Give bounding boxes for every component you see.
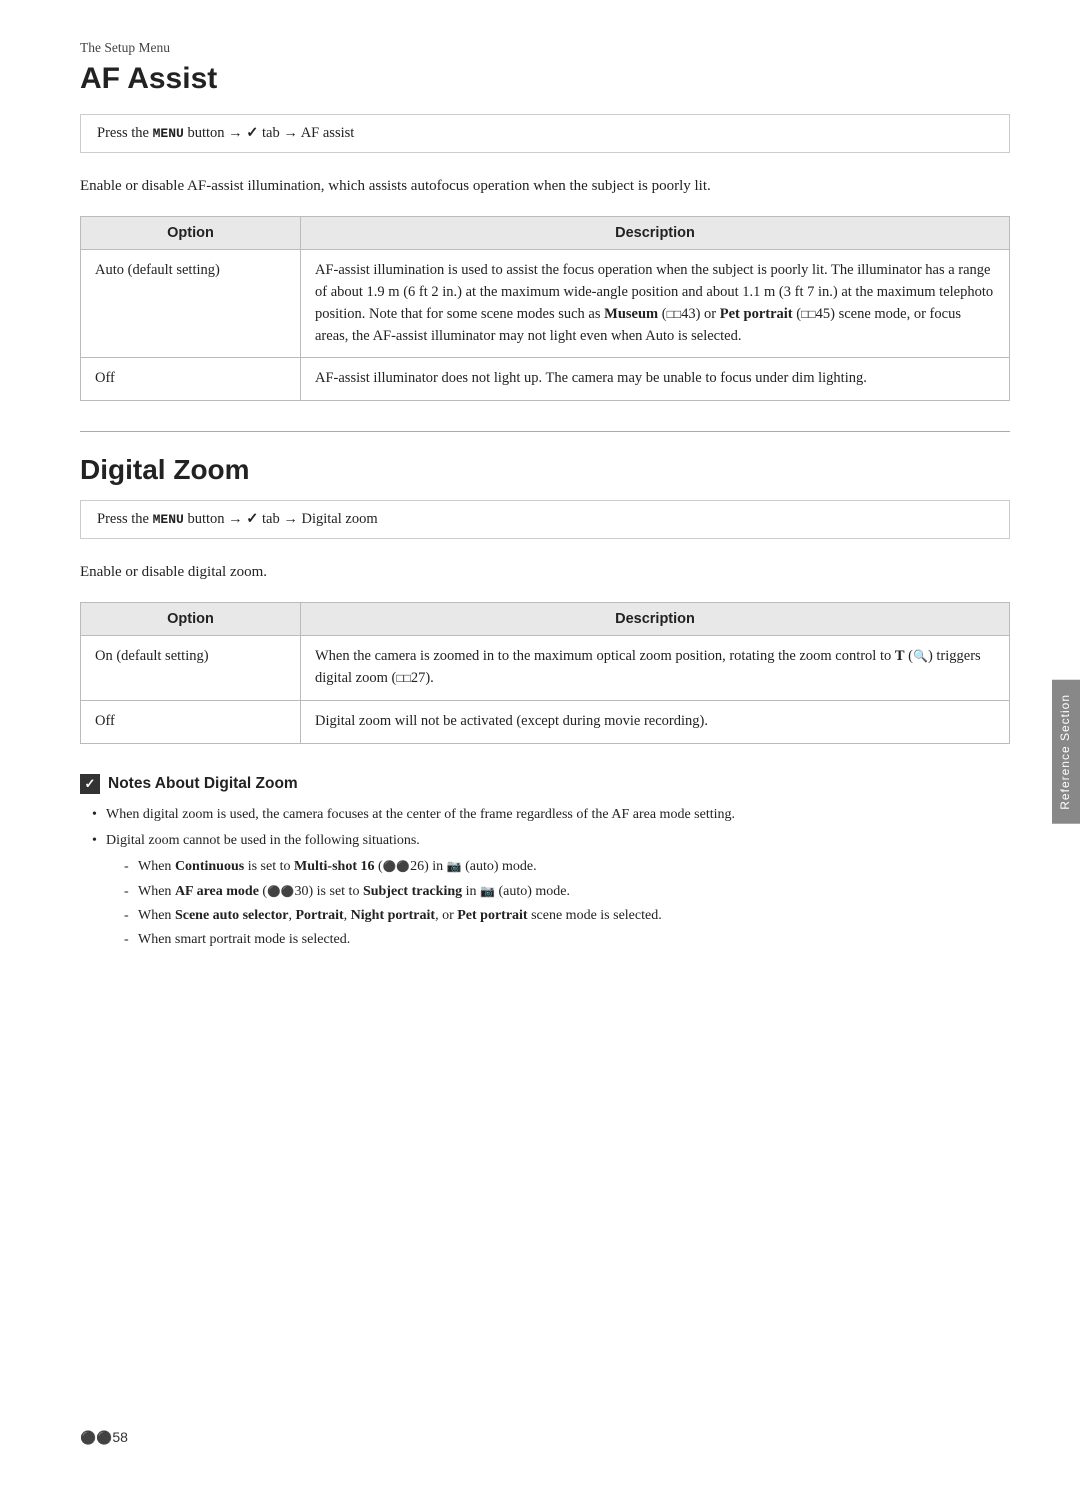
table-row: Off Digital zoom will not be activated (… (81, 700, 1010, 743)
section2-col1-header: Option (81, 603, 301, 636)
section1-col1-header: Option (81, 217, 301, 250)
row4-desc: Digital zoom will not be activated (exce… (301, 700, 1010, 743)
nav-dest-1: AF assist (301, 125, 355, 141)
nav-prefix: Press the (97, 125, 153, 141)
row4-option: Off (81, 700, 301, 743)
section2-intro: Enable or disable digital zoom. (80, 561, 1010, 584)
nav2-prefix: Press the (97, 511, 153, 527)
row3-option: On (default setting) (81, 636, 301, 701)
notes-list: When digital zoom is used, the camera fo… (80, 804, 1010, 952)
section1-intro: Enable or disable AF-assist illumination… (80, 175, 1010, 198)
breadcrumb: The Setup Menu (80, 40, 1010, 56)
section2-title: Digital Zoom (80, 454, 1010, 486)
nav2-middle1: button → (184, 511, 246, 527)
table-row: Off AF-assist illuminator does not light… (81, 358, 1010, 401)
side-tab: Reference Section (1052, 680, 1080, 824)
table-row: Auto (default setting) AF-assist illumin… (81, 250, 1010, 358)
section1-col2-header: Description (301, 217, 1010, 250)
menu-word-1: MENU (153, 126, 184, 141)
section1-title: AF Assist (80, 62, 1010, 96)
notes-check-icon: ✓ (80, 774, 100, 794)
list-item: When Scene auto selector, Portrait, Nigh… (124, 905, 1010, 927)
section2-nav-box: Press the MENU button → ✓ tab → Digital … (80, 500, 1010, 539)
notes-title-text: Notes About Digital Zoom (108, 775, 298, 793)
tab-icon-1: ✓ (246, 125, 258, 141)
row2-option: Off (81, 358, 301, 401)
list-item: When Continuous is set to Multi-shot 16 … (124, 856, 1010, 878)
notes-sublist: When Continuous is set to Multi-shot 16 … (106, 856, 1010, 952)
section1-table: Option Description Auto (default setting… (80, 216, 1010, 401)
menu-word-2: MENU (153, 512, 184, 527)
section2-table: Option Description On (default setting) … (80, 602, 1010, 743)
notes-section: ✓ Notes About Digital Zoom When digital … (80, 774, 1010, 952)
notes-title-bar: ✓ Notes About Digital Zoom (80, 774, 1010, 794)
table-row: On (default setting) When the camera is … (81, 636, 1010, 701)
row3-desc: When the camera is zoomed in to the maxi… (301, 636, 1010, 701)
section-divider (80, 431, 1010, 432)
nav-middle1: button → (184, 125, 246, 141)
list-item: When smart portrait mode is selected. (124, 929, 1010, 951)
page-footer: ⚫⚫58 (80, 1429, 128, 1446)
nav2-middle2: tab → (258, 511, 301, 527)
footer-page-number: 58 (112, 1429, 128, 1445)
list-item: Digital zoom cannot be used in the follo… (92, 830, 1010, 952)
section2-col2-header: Description (301, 603, 1010, 636)
list-item: When digital zoom is used, the camera fo… (92, 804, 1010, 826)
row1-desc: AF-assist illumination is used to assist… (301, 250, 1010, 358)
row2-desc: AF-assist illuminator does not light up.… (301, 358, 1010, 401)
tab-icon-2: ✓ (246, 511, 258, 527)
footer-icon: ⚫⚫ (80, 1430, 112, 1445)
nav2-dest: Digital zoom (302, 511, 378, 527)
section1-nav-box: Press the MENU button → ✓ tab → AF assis… (80, 114, 1010, 153)
row1-option: Auto (default setting) (81, 250, 301, 358)
list-item: When AF area mode (⚫⚫30) is set to Subje… (124, 881, 1010, 903)
nav-middle2: tab → (258, 125, 300, 141)
